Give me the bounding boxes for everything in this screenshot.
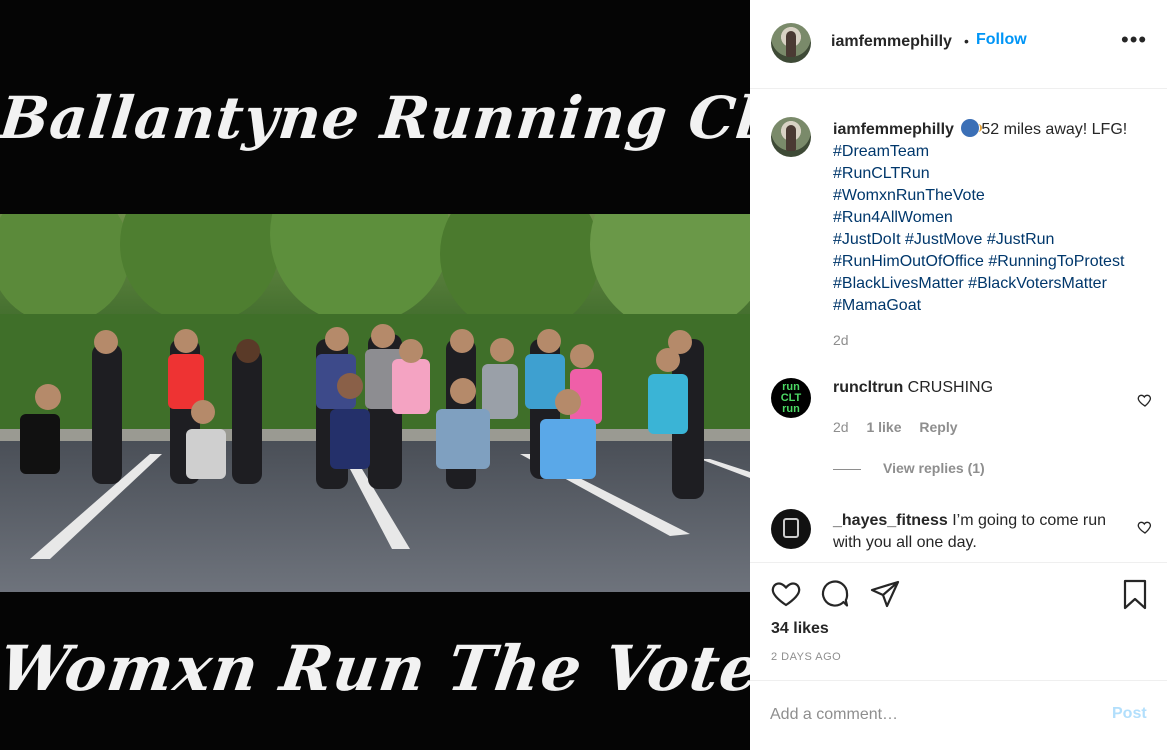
caption-timestamp[interactable]: 2d [833, 332, 849, 348]
post-media[interactable]: Ballantyne Running Club Womxn Run The Vo… [0, 0, 750, 750]
hashtag[interactable]: #JustDoIt #JustMove #JustRun [833, 229, 1158, 251]
comment-input[interactable] [770, 703, 1090, 727]
bottom-banner: Womxn Run The Vote [0, 592, 750, 750]
avatar-text: run [782, 403, 800, 415]
post-date[interactable]: 2 DAYS AGO [771, 651, 841, 663]
caption-body: 52 miles away! LFG! [981, 121, 1128, 138]
hashtag[interactable]: #RunHimOutOfOffice #RunningToProtest [833, 251, 1158, 273]
save-bookmark-icon[interactable] [1119, 578, 1151, 610]
comment-like-count[interactable]: 1 like [866, 419, 901, 435]
top-banner-text: Ballantyne Running Club [0, 84, 750, 152]
like-count[interactable]: 34 likes [771, 620, 829, 638]
commenter-avatar[interactable]: run CLT run [771, 378, 811, 418]
top-banner: Ballantyne Running Club [0, 0, 750, 214]
post-header: iamfemmephilly • Follow ••• [750, 0, 1167, 89]
commenter-avatar[interactable] [771, 509, 811, 549]
view-replies-label: View replies (1) [883, 460, 985, 476]
group-photo [0, 214, 750, 592]
caption-avatar[interactable] [771, 117, 811, 157]
hashtag[interactable]: #Run4AllWomen [833, 207, 1158, 229]
comment-text: runcltrun CRUSHING [833, 379, 993, 397]
author-avatar[interactable] [771, 23, 811, 63]
hashtag[interactable]: #DreamTeam [833, 141, 1158, 163]
separator-dot: • [964, 33, 969, 49]
hashtag[interactable]: #MamaGoat [833, 295, 1158, 317]
hashtag[interactable]: #BlackLivesMatter #BlackVotersMatter [833, 273, 1158, 295]
comment-meta: 2d 1 like Reply [833, 419, 972, 435]
post-actions: 34 likes 2 DAYS AGO [750, 562, 1167, 681]
like-heart-icon[interactable] [770, 578, 802, 610]
comment-body: CRUSHING [907, 379, 994, 396]
comment-bubble-icon[interactable] [819, 578, 851, 610]
speaking-head-emoji-icon [961, 119, 983, 137]
post-comment-button[interactable]: Post [1112, 705, 1147, 723]
comment-timestamp[interactable]: 2d [833, 419, 849, 435]
caption-username[interactable]: iamfemmephilly [833, 121, 954, 138]
follow-button[interactable]: Follow [976, 31, 1027, 49]
view-replies-button[interactable]: View replies (1) [833, 460, 985, 476]
reply-button[interactable]: Reply [919, 419, 957, 435]
comment-like-heart-icon[interactable] [1137, 392, 1153, 408]
hashtag[interactable]: #WomxnRunTheVote [833, 185, 1158, 207]
caption-text: iamfemmephilly 52 miles away! LFG! #Drea… [833, 119, 1158, 317]
post-side-panel: iamfemmephilly • Follow ••• iamfemmephil… [750, 0, 1167, 750]
comments-section[interactable]: iamfemmephilly 52 miles away! LFG! #Drea… [750, 89, 1167, 562]
comment-text: _hayes_fitness I’m going to come run wit… [833, 510, 1118, 554]
replies-divider [833, 468, 861, 470]
bottom-banner-text: Womxn Run The Vote [0, 632, 750, 705]
fitness-logo-icon [783, 518, 799, 538]
share-send-icon[interactable] [869, 578, 901, 610]
add-comment-bar: Post [750, 680, 1167, 751]
comment-like-heart-icon[interactable] [1137, 519, 1153, 535]
hashtag[interactable]: #RunCLTRun [833, 163, 1158, 185]
commenter-username[interactable]: runcltrun [833, 379, 903, 396]
author-username[interactable]: iamfemmephilly [831, 33, 952, 51]
more-options-icon[interactable]: ••• [1121, 29, 1147, 51]
commenter-username[interactable]: _hayes_fitness [833, 512, 948, 529]
